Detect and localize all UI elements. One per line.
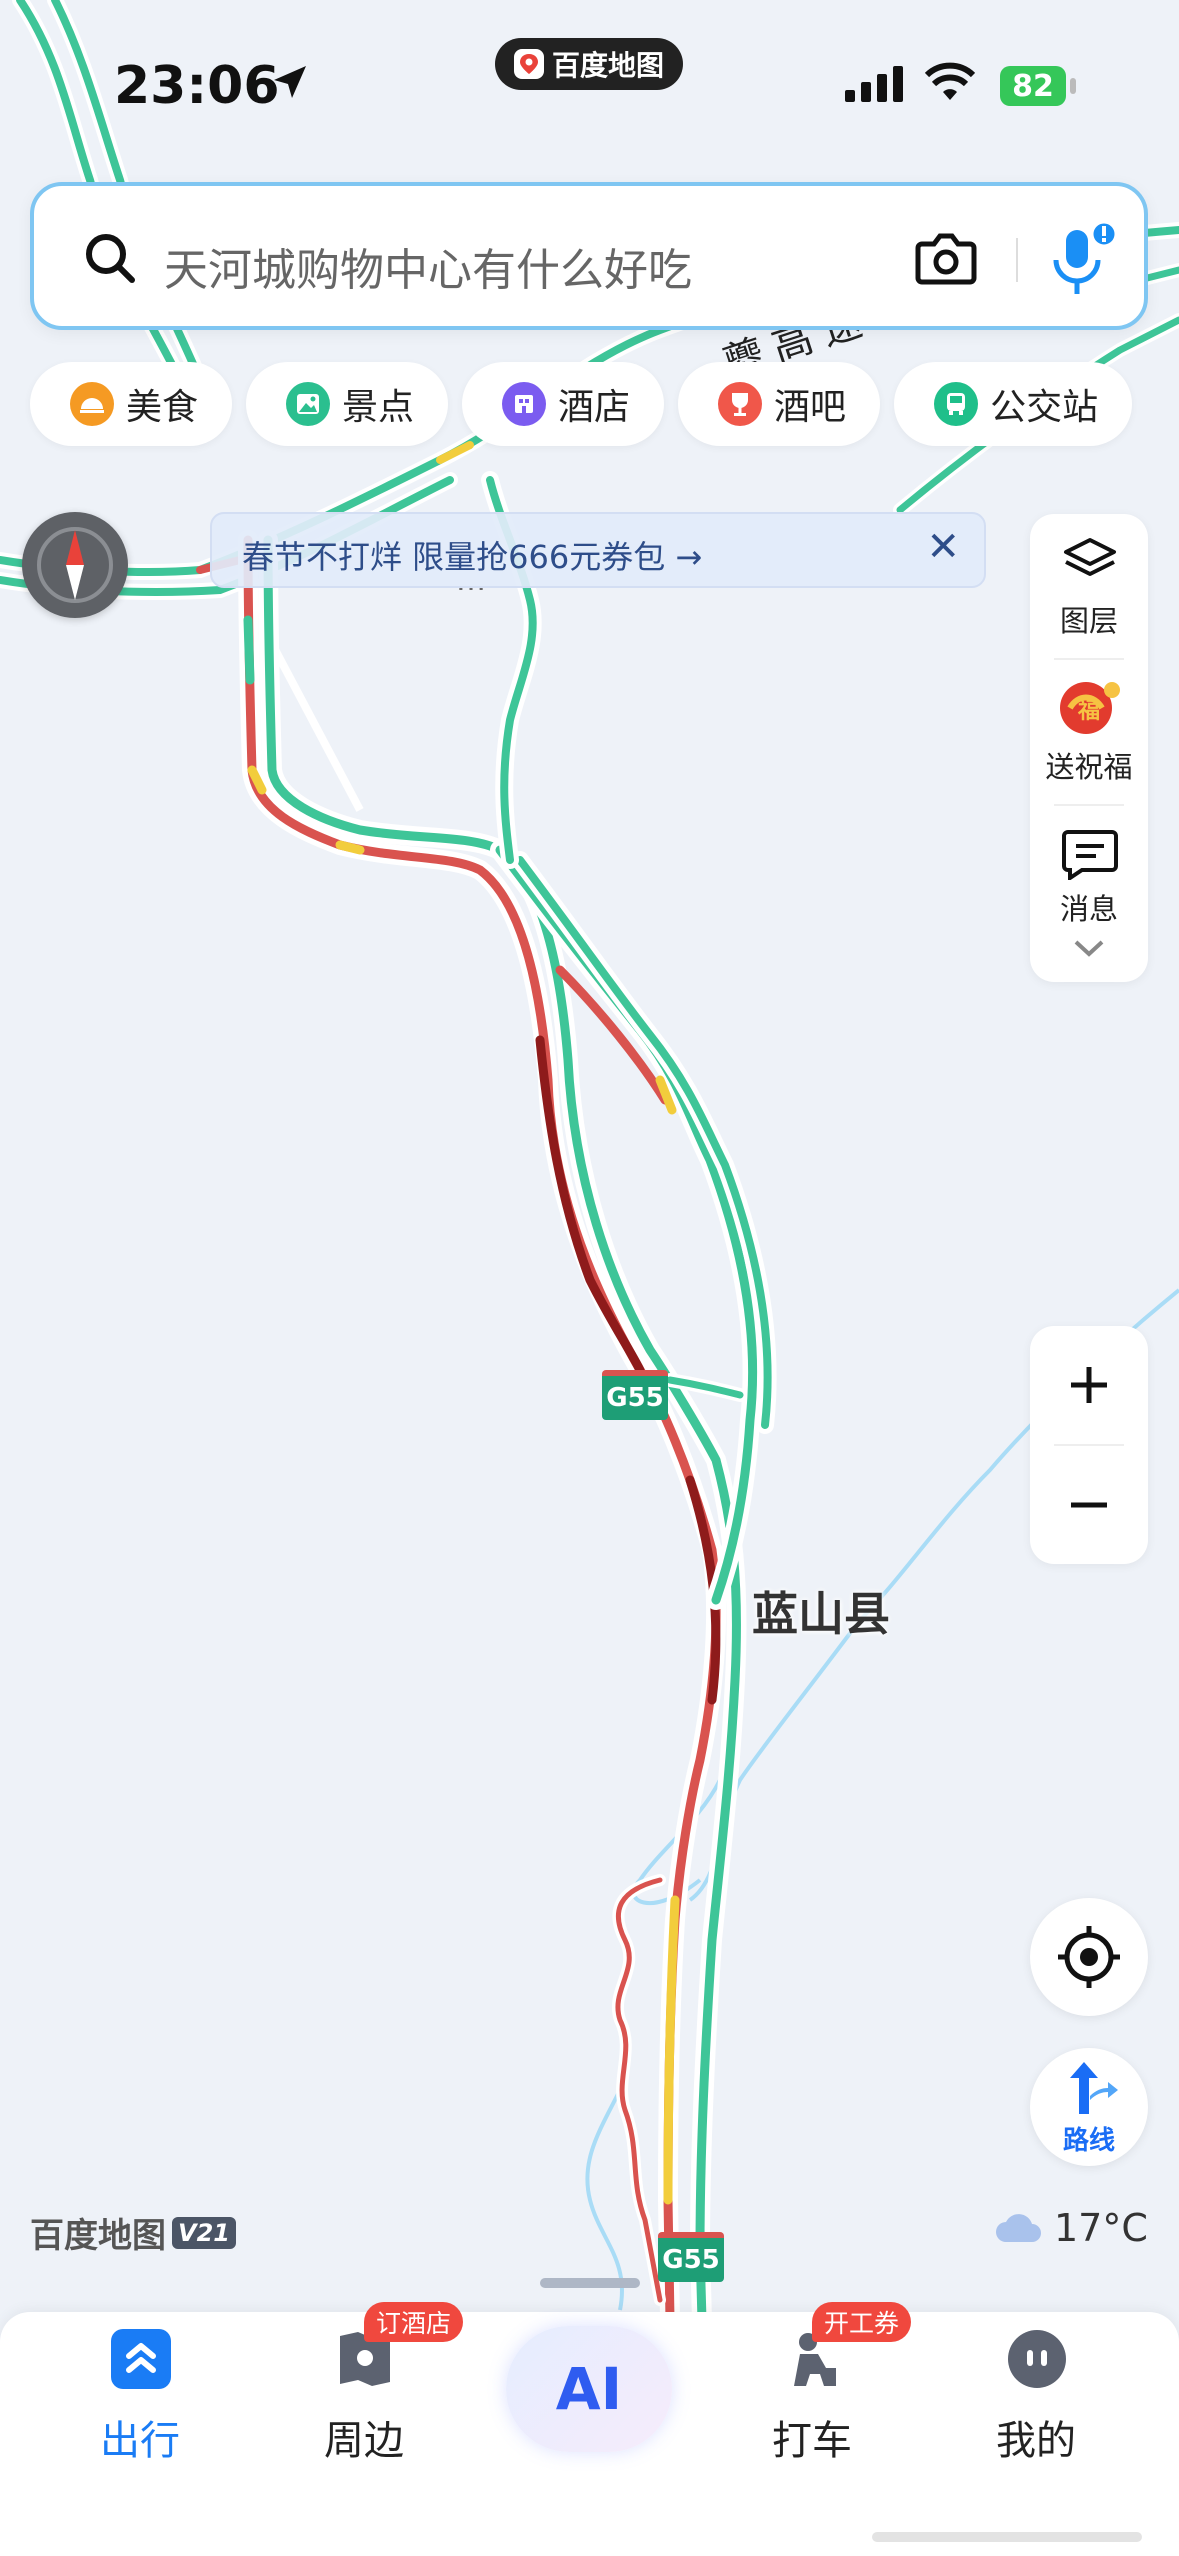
zoom-out-button[interactable] (1030, 1446, 1148, 1564)
status-time: 23:06 (114, 56, 280, 116)
profile-icon (1008, 2330, 1066, 2388)
panel-divider (1054, 658, 1124, 660)
highway-shield-g55: G55 (658, 2232, 724, 2282)
battery-indicator: 82 (1000, 66, 1066, 106)
promo-close-button[interactable]: ✕ (926, 524, 960, 570)
app-name: 百度地图 (551, 49, 664, 82)
chip-label: 景点 (342, 387, 415, 428)
bottom-tab-bar: 出行 订酒店 周边 AI 开工券 打车 我的 (0, 2302, 1179, 2556)
promo-text: 春节不打烊 限量抢666元券包 → (242, 538, 703, 576)
blessing-button[interactable]: 送祝福 (1030, 744, 1148, 786)
chip-attractions[interactable]: 景点 (246, 362, 449, 446)
bus-icon (934, 382, 979, 426)
chip-label: 酒店 (558, 387, 631, 428)
food-icon (70, 382, 114, 426)
locate-target-icon (1058, 1926, 1120, 1988)
zoom-in-button[interactable] (1030, 1326, 1148, 1444)
home-indicator (872, 2532, 1142, 2542)
coupon-badge: 开工券 (812, 2302, 912, 2342)
drawer-handle[interactable] (540, 2278, 640, 2288)
chip-hotel[interactable]: 酒店 (462, 362, 665, 446)
message-icon[interactable] (1062, 828, 1118, 880)
ai-button[interactable]: AI (506, 2326, 672, 2452)
location-arrow-icon (274, 66, 306, 98)
search-input[interactable]: 天河城购物中心有什么好吃 (164, 234, 692, 298)
search-divider (1016, 238, 1018, 282)
chip-label: 酒吧 (774, 387, 847, 428)
cellular-signal-icon (845, 66, 903, 102)
weather-widget[interactable]: 17°C (994, 2206, 1148, 2250)
brand-name: 百度地图 (30, 2216, 166, 2256)
compass-icon (37, 527, 113, 603)
tab-taxi[interactable]: 开工券 打车 (712, 2302, 912, 2556)
promo-banner[interactable]: 春节不打烊 限量抢666元券包 → ✕ (210, 512, 986, 588)
tab-nearby[interactable]: 订酒店 周边 (264, 2302, 464, 2556)
microphone-icon[interactable] (1044, 220, 1120, 304)
highway-shield-g55: G55 (602, 1370, 668, 1420)
map-brand: 百度地图 V21 (30, 2208, 236, 2257)
route-button[interactable]: 路线 (1030, 2048, 1148, 2166)
compass-button[interactable] (22, 512, 128, 618)
county-label[interactable]: 蓝山县 (752, 1578, 890, 1644)
route-label: 路线 (1062, 2126, 1115, 2156)
tab-label: 周边 (324, 2418, 404, 2464)
locate-button[interactable] (1030, 1898, 1148, 2016)
travel-icon (111, 2329, 171, 2389)
chip-label: 公交站 (990, 387, 1099, 428)
chip-bus-stop[interactable]: 公交站 (894, 362, 1133, 446)
chevron-down-icon[interactable] (1072, 938, 1106, 960)
search-icon (86, 234, 135, 283)
version-badge: V21 (172, 2216, 236, 2249)
zoom-controls (1030, 1326, 1148, 1564)
chip-food[interactable]: 美食 (30, 362, 233, 446)
status-bar: 23:06 百度地图 82 (0, 0, 1179, 170)
search-bar[interactable]: 天河城购物中心有什么好吃 (30, 182, 1148, 330)
svg-text:福: 福 (1077, 699, 1100, 724)
chip-bar[interactable]: 酒吧 (678, 362, 881, 446)
tab-label: 出行 (100, 2418, 180, 2464)
tab-profile[interactable]: 我的 (936, 2312, 1136, 2556)
tab-label: 打车 (772, 2418, 852, 2464)
baidu-map-logo-icon (513, 49, 544, 79)
scenery-icon (286, 382, 331, 426)
map-tools-panel: 图层 福 送祝福 消息 (1030, 514, 1148, 982)
wifi-icon (925, 62, 975, 100)
hotel-badge: 订酒店 (364, 2302, 464, 2342)
tab-label: 我的 (996, 2418, 1076, 2464)
cloud-icon (996, 2214, 1041, 2242)
hotel-icon (502, 382, 547, 426)
camera-icon[interactable] (914, 228, 978, 288)
tab-travel[interactable]: 出行 (40, 2312, 240, 2556)
wine-glass-icon (718, 382, 763, 426)
weather-temp: 17°C (1054, 2206, 1148, 2250)
minus-icon (1071, 1502, 1107, 1508)
layers-button[interactable]: 图层 (1030, 598, 1148, 640)
battery-cap (1070, 78, 1076, 94)
layers-icon[interactable] (1062, 536, 1118, 588)
message-button[interactable]: 消息 (1030, 886, 1148, 928)
chip-label: 美食 (126, 387, 199, 428)
plus-icon (1071, 1367, 1107, 1403)
category-chips: 美食 景点 酒店 酒吧 公交站 (30, 362, 1133, 448)
route-arrow-icon (1070, 2062, 1118, 2114)
blessing-icon[interactable]: 福 (1050, 674, 1128, 740)
panel-divider (1054, 804, 1124, 806)
app-switch-pill[interactable]: 百度地图 (495, 38, 683, 90)
